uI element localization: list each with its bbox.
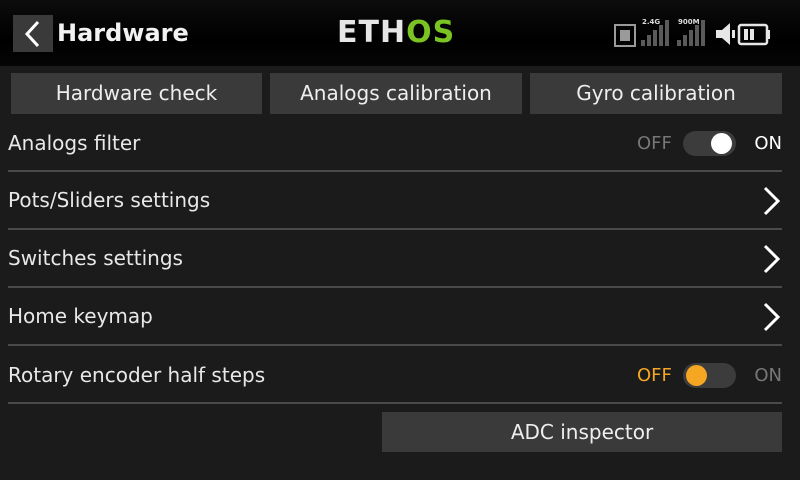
home-keymap-label: Home keymap	[8, 304, 153, 328]
divider	[8, 402, 782, 404]
switches-settings-label: Switches settings	[8, 246, 183, 270]
analogs-filter-label: Analogs filter	[8, 131, 141, 155]
home-keymap-row[interactable]: Home keymap	[8, 288, 782, 345]
back-button[interactable]	[13, 15, 53, 52]
svg-text:2.4G: 2.4G	[642, 18, 660, 26]
toggle-off-label: OFF	[637, 133, 672, 154]
signal-900m-icon: 900M	[677, 18, 705, 46]
toggle-knob[interactable]	[711, 133, 732, 154]
chevron-right-icon	[763, 244, 781, 274]
chevron-right-icon	[763, 302, 781, 332]
toggle-on-label: ON	[754, 365, 782, 386]
svg-text:900M: 900M	[678, 18, 700, 26]
pots-sliders-settings-row[interactable]: Pots/Sliders settings	[8, 172, 782, 229]
divider	[8, 344, 782, 346]
sd-card-icon	[614, 24, 636, 47]
status-bar: 2.4G 900M	[612, 16, 792, 50]
switches-settings-row[interactable]: Switches settings	[8, 230, 782, 287]
adc-inspector-button[interactable]: ADC inspector	[382, 412, 782, 452]
battery-icon	[737, 23, 770, 46]
analogs-calibration-button[interactable]: Analogs calibration	[270, 73, 522, 114]
chevron-right-icon	[763, 186, 781, 216]
toggle-knob[interactable]	[686, 365, 707, 386]
gyro-calibration-button[interactable]: Gyro calibration	[530, 73, 782, 114]
toggle-on-label: ON	[754, 133, 782, 154]
chevron-left-icon	[24, 20, 40, 47]
ethos-logo: ETHOS	[337, 15, 456, 50]
page-title: Hardware	[57, 19, 189, 47]
toggle-off-label: OFF	[637, 365, 672, 386]
rotary-encoder-half-steps-label: Rotary encoder half steps	[8, 363, 266, 387]
analogs-filter-toggle[interactable]: OFF ON	[637, 115, 782, 172]
hardware-check-button[interactable]: Hardware check	[11, 73, 262, 114]
analogs-filter-row: Analogs filter OFF ON	[8, 115, 782, 172]
signal-24g-icon: 2.4G	[641, 18, 669, 46]
top-bar: Hardware ETHOS 2.4G 900M	[0, 0, 800, 66]
speaker-icon[interactable]	[716, 23, 735, 45]
rotary-encoder-half-steps-row: Rotary encoder half steps OFF ON	[8, 347, 782, 404]
pots-sliders-settings-label: Pots/Sliders settings	[8, 188, 211, 212]
rotary-encoder-half-steps-toggle[interactable]: OFF ON	[637, 347, 782, 404]
